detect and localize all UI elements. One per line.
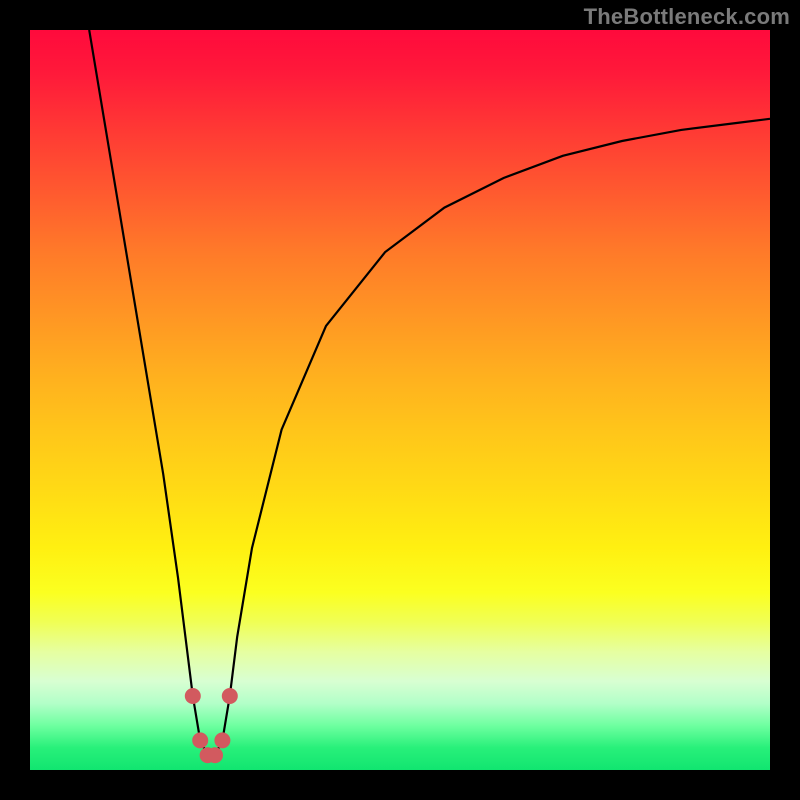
plot-area: [30, 30, 770, 770]
bottleneck-curve: [89, 30, 770, 755]
curve-marker: [192, 732, 208, 748]
watermark-text: TheBottleneck.com: [584, 4, 790, 30]
curve-marker: [222, 688, 238, 704]
curve-marker: [207, 747, 223, 763]
curve-svg: [30, 30, 770, 770]
curve-marker: [185, 688, 201, 704]
chart-container: TheBottleneck.com: [0, 0, 800, 800]
curve-marker: [214, 732, 230, 748]
curve-markers: [185, 688, 238, 763]
